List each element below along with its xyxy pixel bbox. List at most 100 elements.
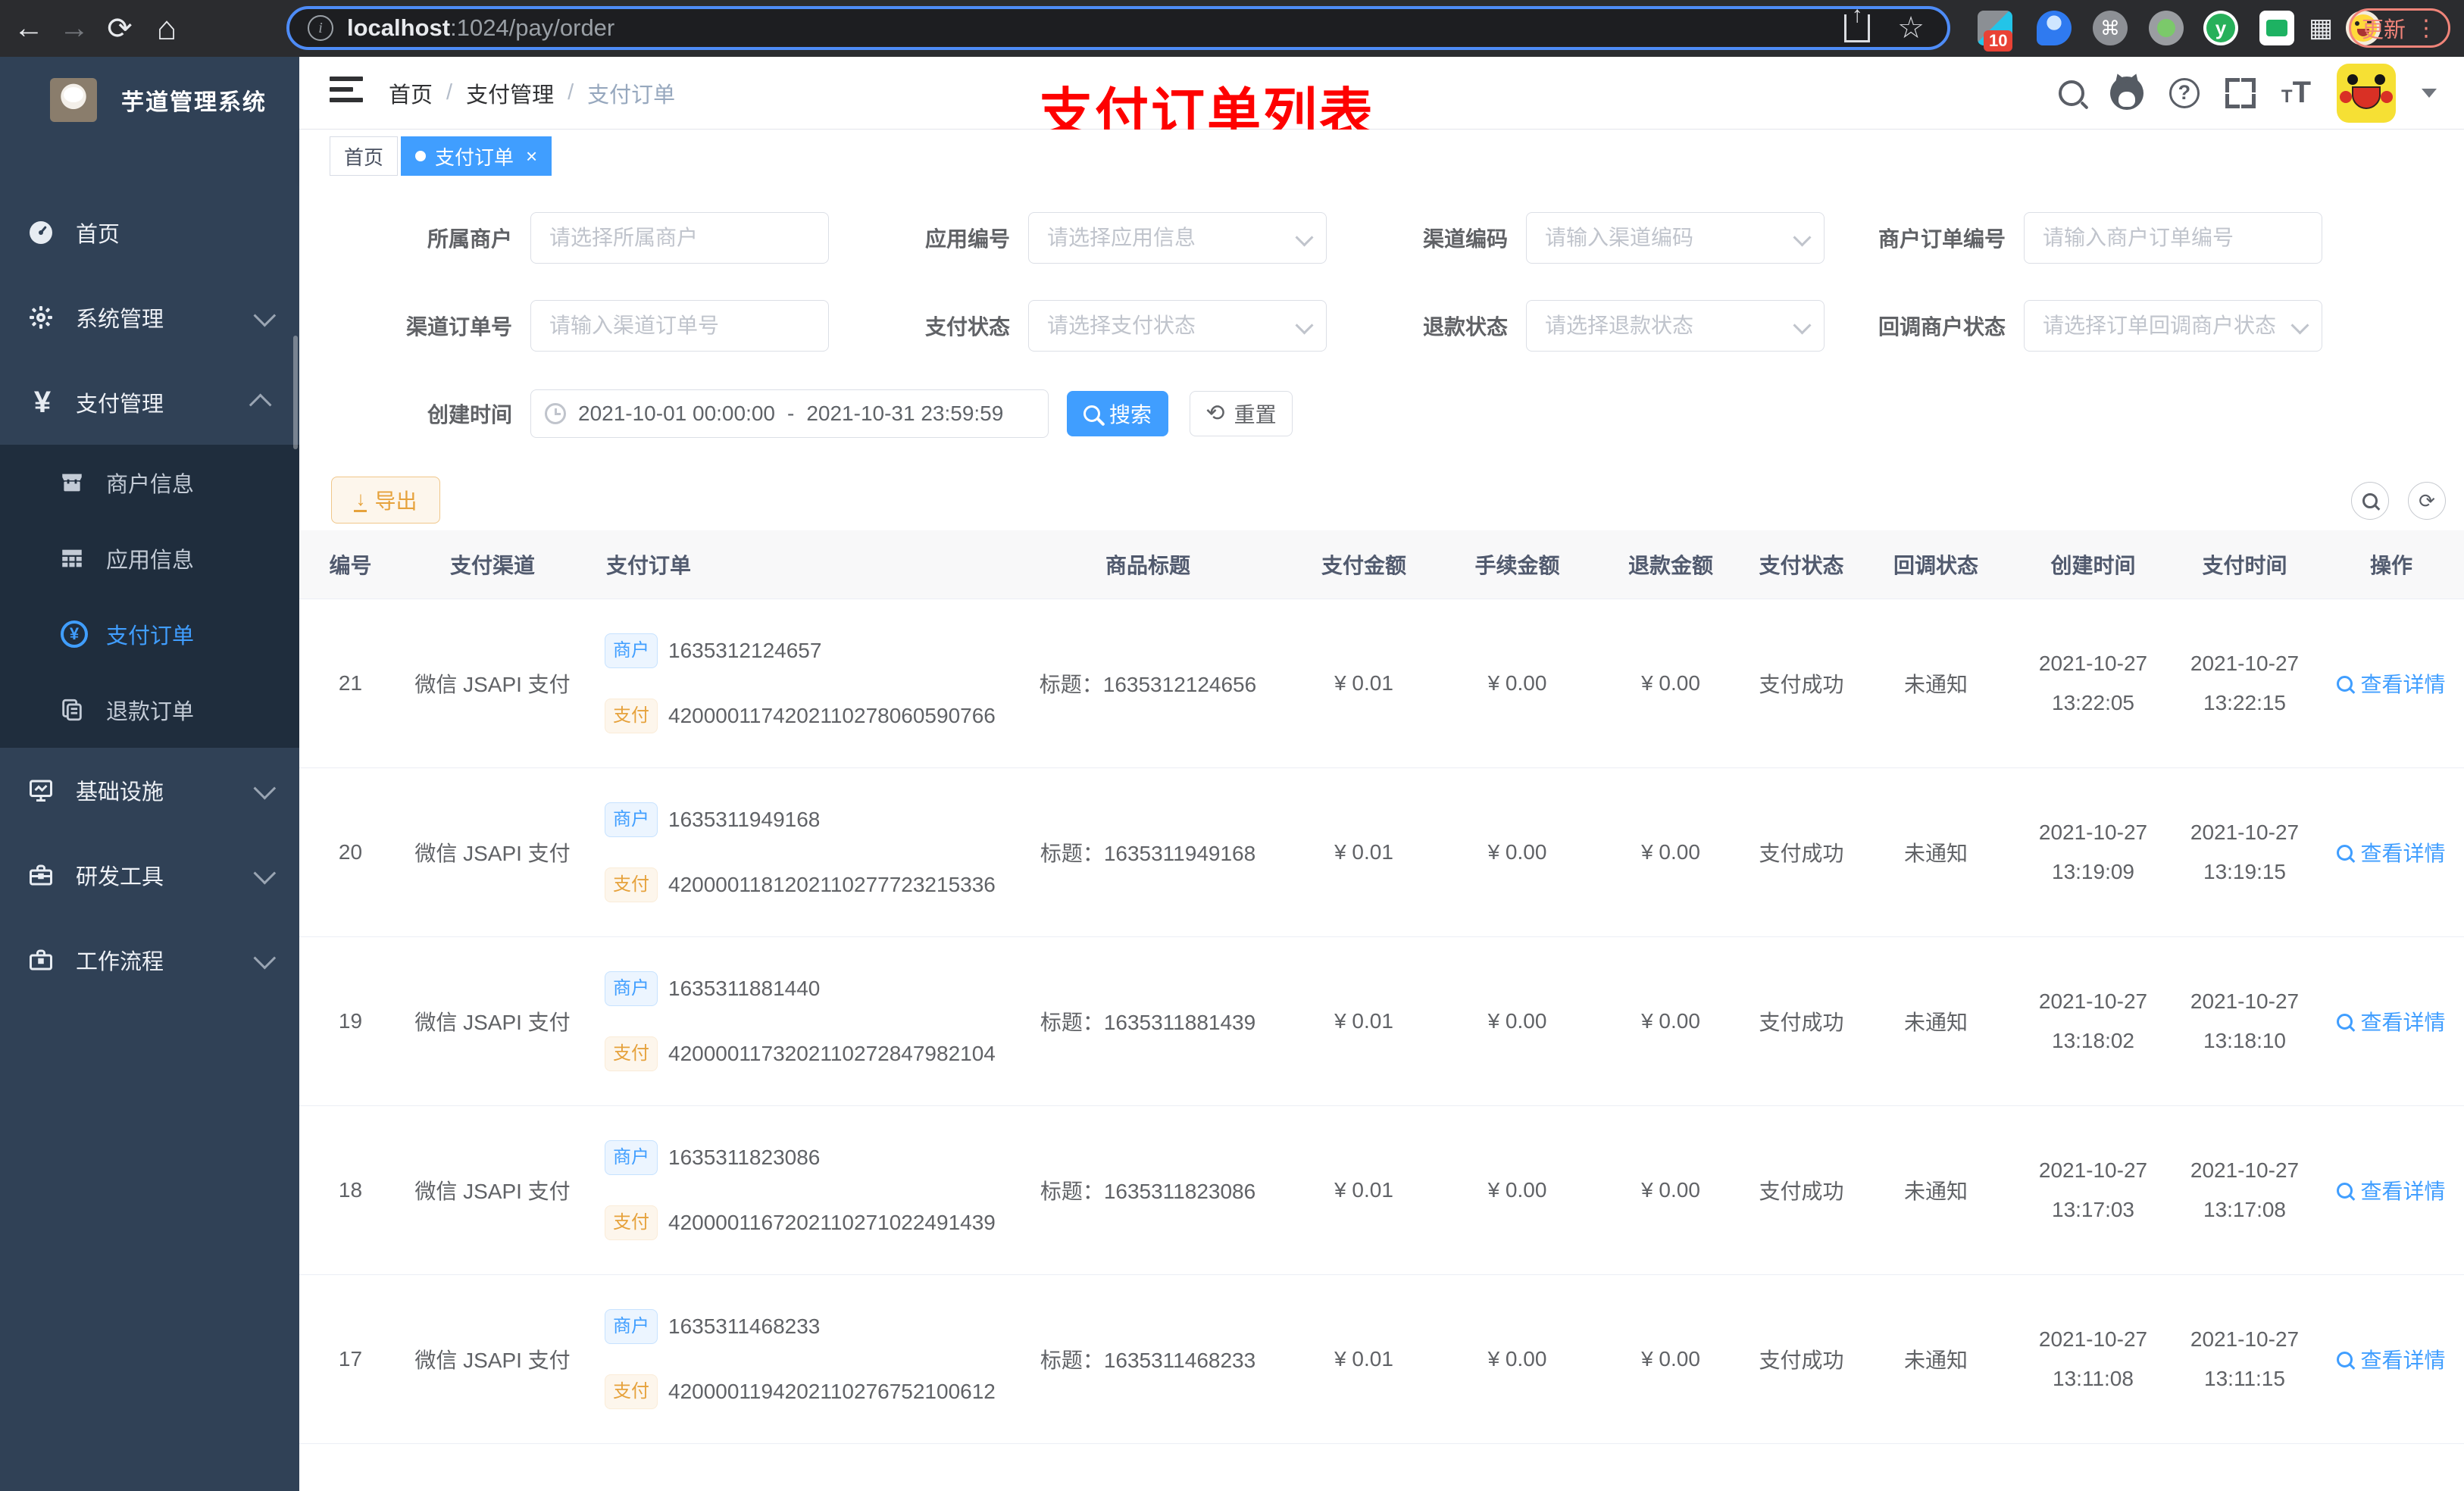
address-bar[interactable]: i localhost:1024/pay/order ☆ [286, 6, 1950, 50]
cell-pay-order: 商户 1635311881440 支付 42000011732021102728479… [583, 971, 1008, 1071]
screen: ← → ⟳ ⌂ i localhost:1024/pay/order ☆ 10 … [0, 0, 2464, 1491]
close-tab-icon[interactable]: × [526, 145, 537, 168]
search-icon[interactable] [2058, 80, 2084, 106]
filter-pay-status: 支付状态 [813, 300, 1327, 352]
order-number: 1635311823086 [668, 1146, 821, 1169]
order-number: 4200001174202110278060590766 [668, 704, 996, 727]
browser-home-icon[interactable]: ⌂ [144, 0, 189, 57]
cell-title: 标题：1635312124656 [1039, 673, 1257, 696]
order-number: 1635311468233 [668, 1314, 821, 1338]
yen-icon: ¥ [33, 385, 52, 419]
avatar-caret-icon[interactable] [2422, 88, 2437, 98]
tab-home[interactable]: 首页 [330, 136, 399, 176]
sidebar-item-pay-order[interactable]: ¥ 支付订单 [0, 596, 299, 672]
extension-icon-6[interactable] [2259, 11, 2294, 45]
merchant-input[interactable] [531, 226, 828, 250]
sidebar-item-infrastructure[interactable]: 基础设施 [0, 748, 299, 833]
extension-icon-4[interactable] [2149, 11, 2184, 45]
help-icon[interactable]: ? [2169, 77, 2200, 108]
refresh-icon: ⟳ [2419, 489, 2435, 512]
sidebar-item-home[interactable]: 首页 [0, 190, 299, 275]
font-size-icon[interactable]: TT [2281, 76, 2311, 110]
site-info-icon[interactable]: i [308, 15, 333, 41]
cell-fee: ¥ 0.00 [1487, 840, 1547, 864]
notify-status-select[interactable] [2025, 314, 2322, 338]
sidebar-scrollbar[interactable] [293, 336, 298, 449]
monitor-icon [27, 777, 58, 804]
view-detail-link[interactable]: 查看详情 [2337, 837, 2446, 867]
sidebar-toggle-icon[interactable] [330, 77, 363, 107]
yen-circle-icon: ¥ [59, 620, 89, 648]
tags-view-bar: 首页 支付订单 × [299, 130, 2464, 183]
browser-update-button[interactable]: 更新 ⋮ [2349, 8, 2450, 48]
search-button[interactable]: 搜索 [1067, 391, 1168, 436]
view-detail-link[interactable]: 查看详情 [2337, 668, 2446, 699]
update-label: 更新 [2361, 18, 2406, 42]
merchant-order-no-input[interactable] [2025, 226, 2322, 250]
channel-order-no-input[interactable] [531, 314, 828, 338]
view-detail-link[interactable]: 查看详情 [2337, 1344, 2446, 1374]
refresh-table-button[interactable]: ⟳ [2408, 482, 2446, 520]
document-copy-icon [59, 697, 89, 723]
extension-icon-5[interactable]: y [2203, 11, 2238, 45]
extension-icon-2[interactable] [2037, 11, 2072, 45]
extension-badge: 10 [1984, 30, 2013, 52]
cell-status: 支付成功 [1759, 842, 1844, 865]
cell-title: 标题：1635311949168 [1040, 842, 1256, 865]
user-avatar[interactable] [2337, 63, 2396, 123]
sidebar-item-app-info[interactable]: 应用信息 [0, 520, 299, 596]
browser-menu-icon[interactable]: ⋮ [2415, 15, 2437, 42]
toggle-search-button[interactable] [2351, 482, 2389, 520]
order-number: 1635311881440 [668, 977, 821, 1000]
cell-action: 查看详情 [2319, 837, 2464, 867]
cell-pay-time: 2021-10-27 13:22:15 [2190, 652, 2300, 714]
pay-status-select[interactable] [1029, 314, 1326, 338]
channel-tag: 支付 [605, 1374, 658, 1409]
clock-icon [545, 403, 566, 424]
export-button[interactable]: ↓ 导出 [331, 477, 440, 524]
extension-icon-3[interactable]: ⌘ [2093, 11, 2128, 45]
dashboard-icon [27, 219, 58, 246]
date-range-picker[interactable]: 2021-10-01 00:00:00 - 2021-10-31 23:59:5… [530, 389, 1049, 438]
browser-refresh-icon[interactable]: ⟳ [97, 0, 142, 57]
github-icon[interactable] [2109, 76, 2143, 110]
browser-forward-icon[interactable]: → [52, 0, 97, 57]
filter-app-id: 应用编号 [813, 212, 1327, 264]
view-detail-link[interactable]: 查看详情 [2337, 1175, 2446, 1205]
magnifier-icon [2337, 1351, 2353, 1368]
cell-channel: 微信 JSAPI 支付 [414, 1011, 571, 1034]
breadcrumb-home[interactable]: 首页 [389, 77, 433, 109]
filter-refund-status: 退款状态 [1311, 300, 1825, 352]
app-logo[interactable]: 芋道管理系统 [0, 57, 299, 122]
sidebar-item-workflow[interactable]: 工作流程 [0, 917, 299, 1002]
content: 所属商户 应用编号 渠道编码 商户订单编号 渠道订单号 支付状态 [299, 182, 2464, 1491]
cell-create-time: 2021-10-27 13:18:02 [2038, 989, 2148, 1052]
reset-button[interactable]: ⟲ 重置 [1190, 391, 1293, 436]
sidebar-item-payment[interactable]: ¥ 支付管理 [0, 360, 299, 445]
grid-icon [59, 545, 89, 571]
order-number: 4200001167202110271022491439 [668, 1211, 996, 1234]
app-id-select[interactable] [1029, 226, 1326, 250]
table-row: 商户1635311254796 [299, 1443, 2464, 1491]
date-start-value: 2021-10-01 00:00:00 [578, 402, 775, 425]
fullscreen-icon[interactable] [2225, 77, 2256, 108]
sidebar-item-merchant-info[interactable]: 商户信息 [0, 445, 299, 520]
sidebar-item-dev-tools[interactable]: 研发工具 [0, 833, 299, 917]
tab-pay-order[interactable]: 支付订单 × [401, 136, 552, 176]
cell-notify: 未通知 [1903, 673, 1968, 696]
app-title: 芋道管理系统 [121, 90, 267, 115]
active-tab-dot [415, 151, 426, 161]
channel-tag: 支付 [605, 1205, 658, 1240]
bookmark-star-icon[interactable]: ☆ [1897, 11, 1925, 45]
view-detail-link[interactable]: 查看详情 [2337, 1006, 2446, 1036]
cell-status: 支付成功 [1759, 1349, 1844, 1372]
cell-pay-time: 2021-10-27 13:11:15 [2190, 1327, 2300, 1390]
sidebar-item-system[interactable]: 系统管理 [0, 275, 299, 360]
breadcrumb-pay-mgmt[interactable]: 支付管理 [466, 77, 554, 109]
table-row: 17 微信 JSAPI 支付 商户 1635311468233 支付 42000011… [299, 1274, 2464, 1443]
sidebar-item-refund-order[interactable]: 退款订单 [0, 672, 299, 748]
browser-back-icon[interactable]: ← [6, 0, 52, 57]
cell-pay-order: 商户 1635312124657 支付 42000011742021102780605… [583, 633, 1008, 733]
cell-channel: 微信 JSAPI 支付 [414, 1180, 571, 1203]
share-icon[interactable] [1844, 14, 1871, 42]
